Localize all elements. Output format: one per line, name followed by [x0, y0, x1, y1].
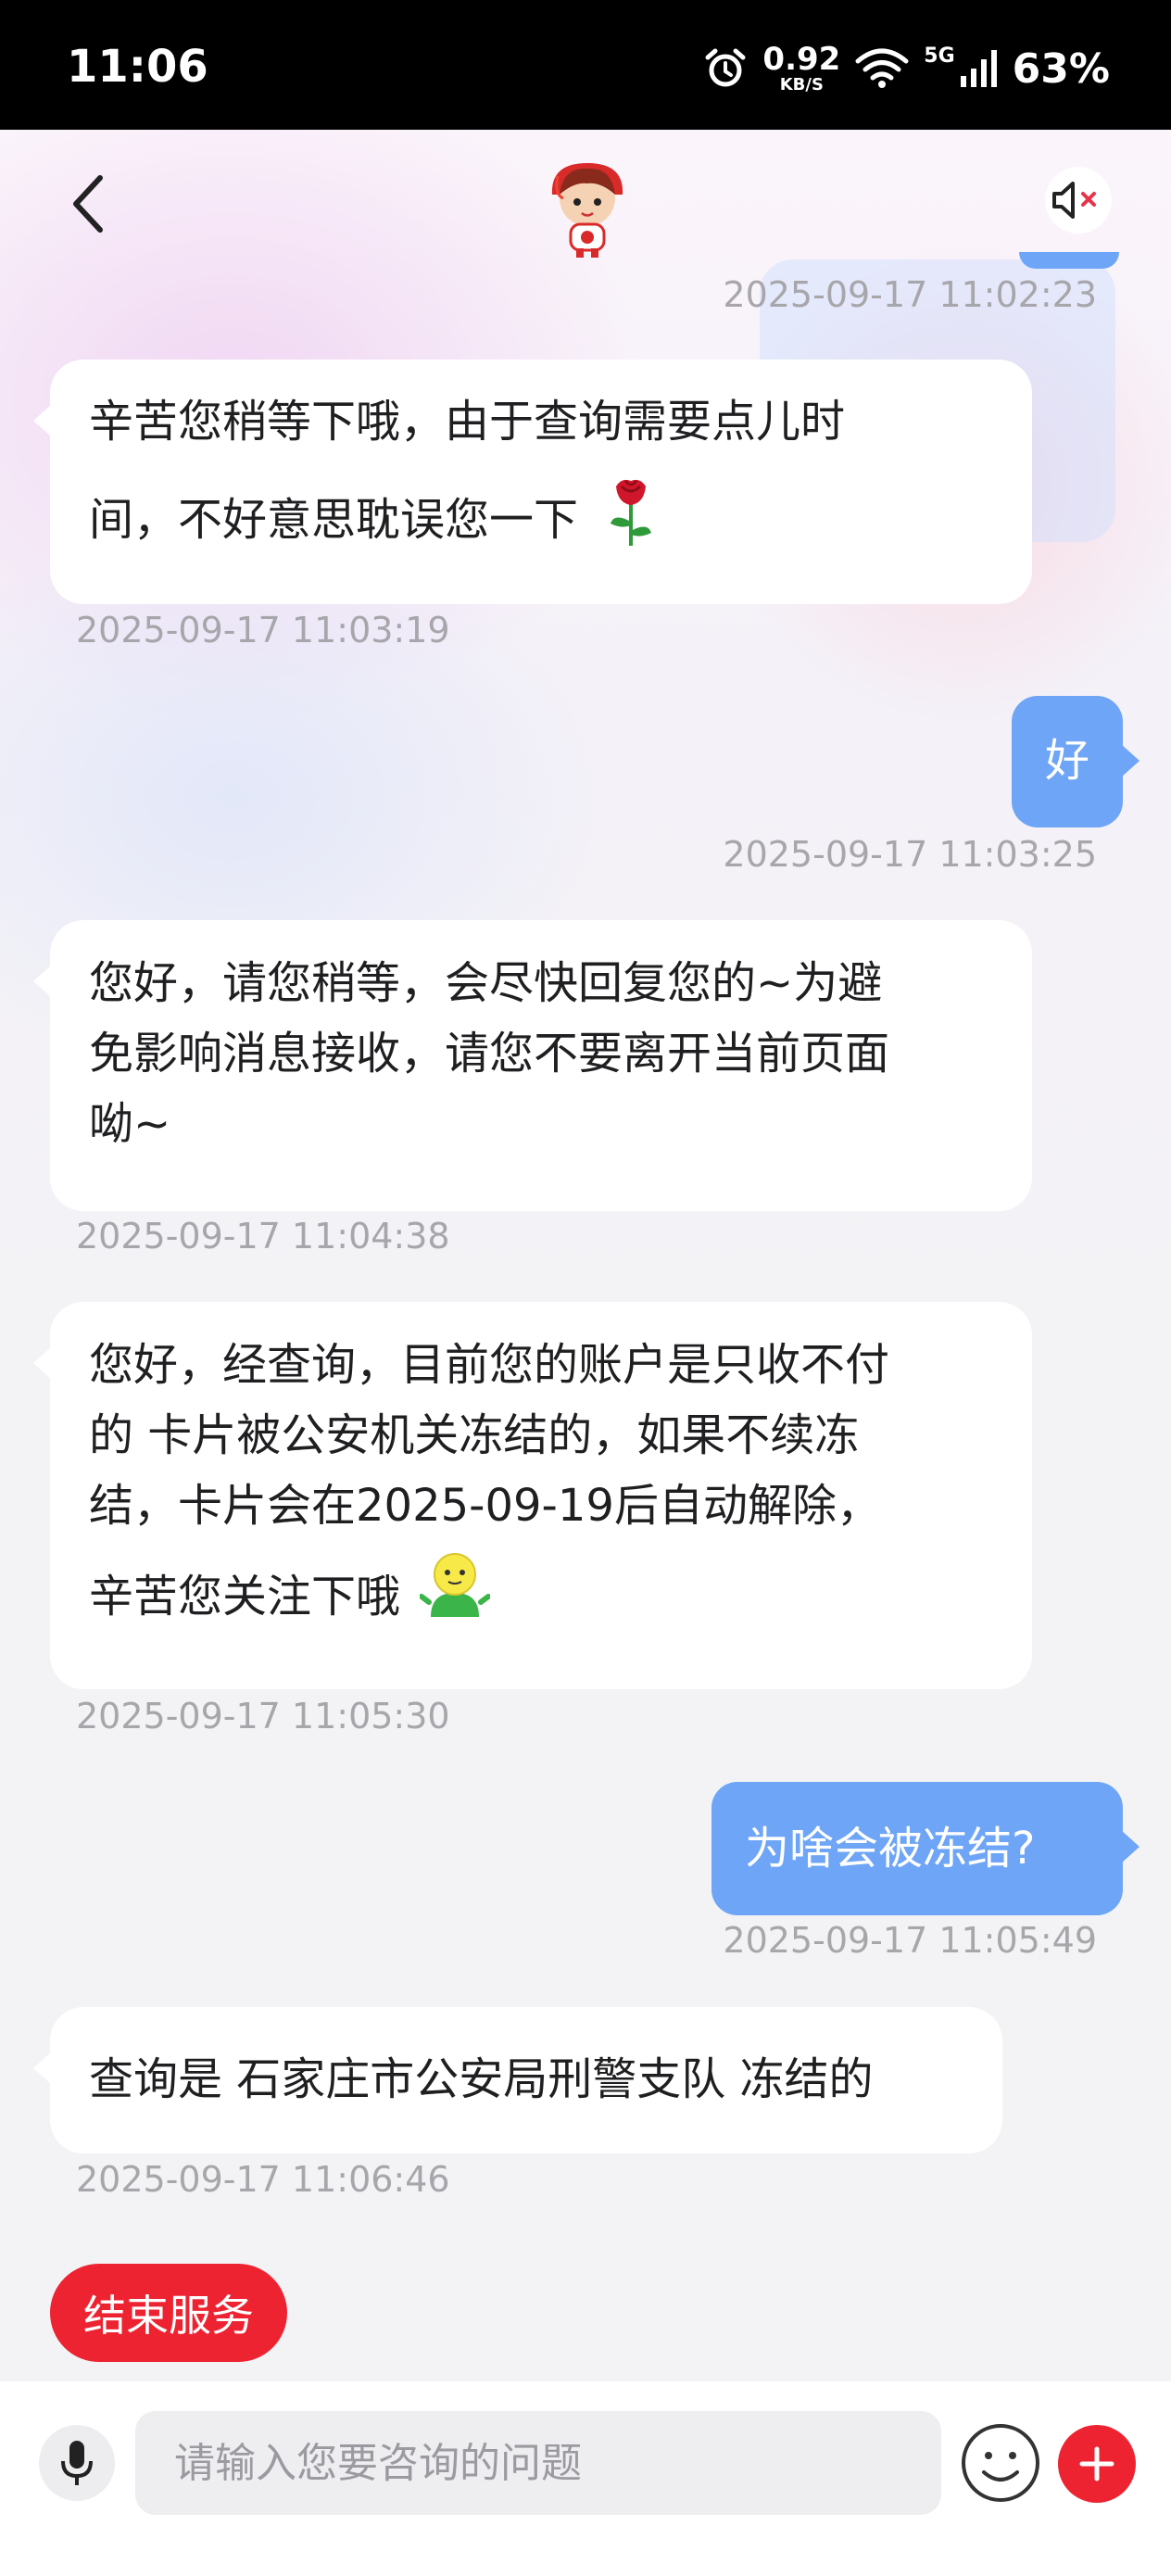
emoji-button[interactable] [960, 2422, 1041, 2504]
status-bar: 11:06 0.92 KB/S 5G 63% [0, 0, 1171, 130]
message-timestamp: 2025-09-17 11:05:30 [76, 1696, 450, 1736]
wifi-icon [855, 48, 909, 88]
chat-bubble-out: 为啥会被冻结? [711, 1782, 1140, 1915]
mascot-avatar-icon [551, 163, 623, 258]
input-bar [0, 2381, 1171, 2576]
add-attachment-button[interactable] [1058, 2425, 1136, 2503]
network-type: 5G [924, 44, 955, 68]
message-timestamp: 2025-09-17 11:03:19 [76, 610, 450, 650]
back-button[interactable] [59, 167, 115, 241]
net-speed-unit: KB/S [779, 75, 824, 95]
message-text: 查询是 石家庄市公安局刑警支队 冻结的 [89, 2053, 874, 2105]
microphone-icon [61, 2441, 93, 2485]
battery-level: 63% [1012, 44, 1110, 93]
message-line: 间，不好意思耽误您一下 [89, 494, 579, 546]
plus-icon [1079, 2446, 1114, 2481]
chat-bubble-in: 辛苦您稍等下哦，由于查询需要点儿时 间，不好意思耽误您一下 [33, 360, 1032, 604]
mute-button[interactable] [1045, 167, 1112, 234]
message-timestamp: 2025-09-17 11:06:46 [76, 2159, 450, 2200]
message-line: 辛苦您稍等下哦，由于查询需要点儿时 [89, 396, 846, 448]
chat-bubble-in: 您好，经查询，目前您的账户是只收不付 的 卡片被公安机关冻结的，如果不续冻 结，… [33, 1302, 1032, 1689]
chat-bubble-in: 您好，请您稍等，会尽快回复您的~为避 免影响消息接收，请您不要离开当前页面 呦~ [33, 920, 1032, 1211]
end-service-button[interactable]: 结束服务 [50, 2264, 287, 2362]
message-text: 您好，请您稍等，会尽快回复您的~为避 免影响消息接收，请您不要离开当前页面 呦~ [89, 957, 890, 1150]
alarm-icon [705, 48, 746, 87]
message-timestamp: 2025-09-17 11:04:38 [76, 1216, 450, 1256]
message-text: 您好，经查询，目前您的账户是只收不付 的 卡片被公安机关冻结的，如果不续冻 结，… [89, 1339, 890, 1532]
rose-icon [611, 479, 652, 546]
message-timestamp: 2025-09-17 11:02:23 [723, 274, 1097, 315]
net-speed: 0.92 KB/S [762, 44, 840, 94]
message-text: 为啥会被冻结? [745, 1823, 1036, 1875]
chat-header [0, 130, 1171, 278]
net-speed-value: 0.92 [762, 41, 841, 78]
chat-bubble-out: 好 .bubble.out.q2::after{} [1012, 696, 1140, 827]
voice-input-button[interactable] [39, 2425, 115, 2501]
signal-icon [960, 50, 997, 87]
message-line: 辛苦您关注下哦 [89, 1571, 401, 1623]
message-timestamp: 2025-09-17 11:05:49 [723, 1920, 1097, 1961]
message-timestamp: 2025-09-17 11:03:25 [723, 834, 1097, 875]
status-time: 11:06 [67, 41, 208, 93]
status-indicators: 0.92 KB/S 5G 63% [703, 41, 1110, 96]
smiley-figure-icon [419, 1553, 492, 1617]
message-text: 好 [1044, 735, 1089, 787]
chat-bubble-in: 查询是 石家庄市公安局刑警支队 冻结的 [33, 2007, 1002, 2153]
message-input[interactable] [135, 2411, 941, 2515]
